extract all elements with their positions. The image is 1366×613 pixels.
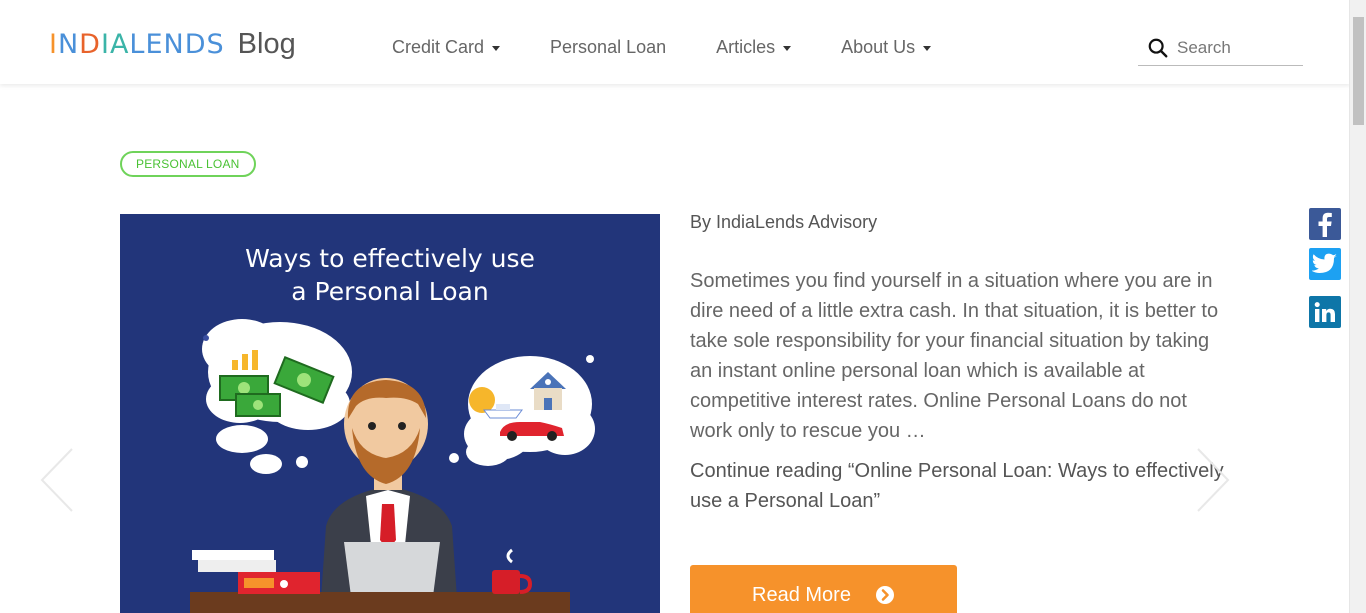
nav-articles[interactable]: Articles <box>716 36 792 58</box>
coffee-mug-icon <box>492 548 533 594</box>
post-featured-image[interactable]: Ways to effectively use a Personal Loan <box>120 214 660 613</box>
nav-credit-card-label: Credit Card <box>392 36 485 57</box>
logo-blog-label: Blog <box>237 27 296 60</box>
site-logo[interactable]: INDIALENDS Blog <box>49 24 296 64</box>
nav-credit-card[interactable]: Credit Card <box>392 36 501 58</box>
twitter-share-button[interactable] <box>1309 248 1341 280</box>
linkedin-icon <box>1314 302 1335 322</box>
facebook-share-button[interactable] <box>1309 208 1341 240</box>
caret-down-icon <box>783 45 792 51</box>
carousel-next-arrow-icon[interactable] <box>1196 447 1230 513</box>
nav-personal-loan-label: Personal Loan <box>550 36 667 57</box>
image-title-line1: Ways to effectively use <box>245 244 535 273</box>
linkedin-share-button[interactable] <box>1309 296 1341 328</box>
twitter-icon <box>1312 253 1337 273</box>
search-input[interactable] <box>1177 37 1297 58</box>
nav-about-us[interactable]: About Us <box>841 36 932 58</box>
desk <box>190 592 570 613</box>
image-title-line2: a Personal Loan <box>291 277 489 306</box>
caret-down-icon <box>923 45 932 51</box>
category-tag[interactable]: PERSONAL LOAN <box>120 151 256 177</box>
sun-icon <box>469 387 495 413</box>
nav-articles-label: Articles <box>716 36 776 57</box>
carousel-prev-arrow-icon[interactable] <box>40 447 74 513</box>
post-excerpt: Sometimes you find yourself in a situati… <box>690 270 1219 442</box>
caret-down-icon <box>492 45 501 51</box>
search-icon[interactable] <box>1147 37 1169 59</box>
read-more-label: Read More <box>752 583 851 606</box>
main-nav: Credit Card Personal Loan Articles About… <box>392 35 932 59</box>
image-title: Ways to effectively use a Personal Loan <box>120 242 660 308</box>
nav-personal-loan[interactable]: Personal Loan <box>550 37 666 58</box>
scrollbar-thumb[interactable] <box>1353 17 1364 125</box>
nav-about-us-label: About Us <box>841 36 916 57</box>
facebook-icon <box>1318 212 1332 237</box>
post-author: By IndiaLends Advisory <box>690 212 878 232</box>
page-scrollbar[interactable] <box>1349 0 1366 613</box>
site-header: INDIALENDS Blog Credit Card Personal Loa… <box>0 0 1350 84</box>
search-box <box>1138 30 1303 66</box>
chevron-circle-right-icon <box>875 586 894 604</box>
read-more-button[interactable]: Read More <box>690 565 957 613</box>
logo-text: INDIALENDS <box>49 28 225 60</box>
continue-reading-link[interactable]: Continue reading “Online Personal Loan: … <box>690 456 1230 516</box>
books-icon <box>192 550 320 594</box>
